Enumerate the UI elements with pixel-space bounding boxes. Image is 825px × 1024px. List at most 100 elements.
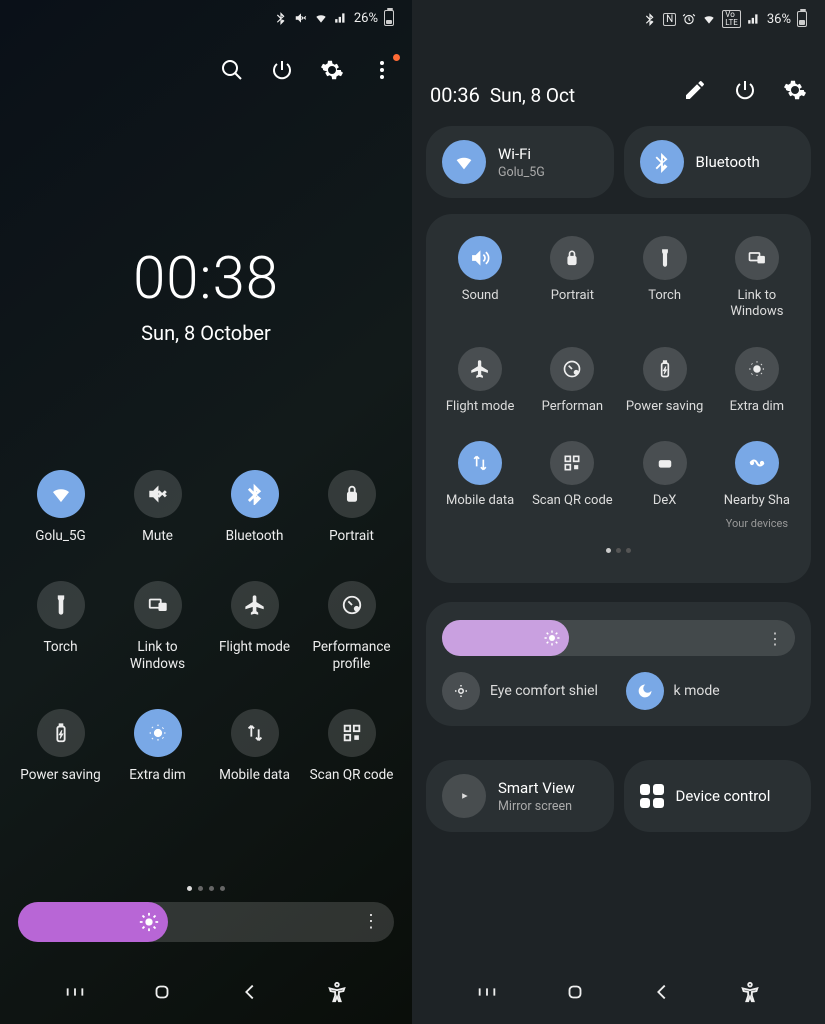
battery-icon[interactable]: [643, 347, 687, 391]
back-button[interactable]: [237, 979, 263, 1005]
bottom-tile-grid[interactable]: Device control: [624, 760, 812, 832]
qr-icon[interactable]: [550, 441, 594, 485]
torch-icon[interactable]: [643, 236, 687, 280]
nav-bar-left: [0, 970, 412, 1014]
qs-tile-label: Torch: [648, 288, 681, 304]
more-icon[interactable]: [370, 58, 394, 82]
battery-icon: [797, 11, 807, 27]
battery-icon[interactable]: [37, 709, 85, 757]
link-icon[interactable]: [134, 581, 182, 629]
qs-tile-airplane[interactable]: Flight mode: [434, 347, 526, 415]
qs-tile-dex[interactable]: DeXDeX: [619, 441, 711, 530]
bottom-tile-cast[interactable]: Smart ViewMirror screen: [426, 760, 614, 832]
qs-tile-qr[interactable]: Scan QR code: [526, 441, 618, 530]
home-button[interactable]: [149, 979, 175, 1005]
bluetooth-icon: [640, 140, 684, 184]
qs-toggle-row: Eye comfort shiel k mode: [442, 672, 795, 710]
page-indicator-right: [434, 548, 803, 553]
qs-tile-battery[interactable]: Power saving: [619, 347, 711, 415]
qs-tile-airplane[interactable]: Flight mode: [206, 581, 303, 673]
qs-tile-lock[interactable]: Portrait: [526, 236, 618, 321]
bluetooth-icon: [643, 12, 657, 26]
settings-icon[interactable]: [320, 58, 344, 82]
qs-connectivity-tiles: Wi-FiGolu_5G Bluetooth: [426, 126, 811, 198]
link-icon[interactable]: [735, 236, 779, 280]
brightness-slider-right[interactable]: ⋮: [442, 620, 795, 656]
qs-tile-link[interactable]: Link to Windows: [711, 236, 803, 321]
grid-icon: [640, 784, 664, 808]
recents-button[interactable]: [474, 979, 500, 1005]
qs-tile-label: Extra dim: [129, 767, 186, 784]
conn-tile-wifi[interactable]: Wi-FiGolu_5G: [426, 126, 614, 198]
edit-icon[interactable]: [683, 78, 707, 102]
qs-tile-label: Torch: [43, 639, 77, 656]
qs-tile-label: Performance profile: [304, 639, 400, 673]
qs-tile-label: Flight mode: [446, 399, 515, 415]
conn-tile-bluetooth[interactable]: Bluetooth: [624, 126, 812, 198]
mute-icon[interactable]: [134, 470, 182, 518]
qs-tile-nearby[interactable]: Nearby ShaYour devices: [711, 441, 803, 530]
dim-icon[interactable]: [134, 709, 182, 757]
power-icon[interactable]: [270, 58, 294, 82]
qs-tile-qr[interactable]: Scan QR code: [303, 709, 400, 784]
lock-icon[interactable]: [550, 236, 594, 280]
qs-tile-perf[interactable]: Performance profile: [303, 581, 400, 673]
power-icon[interactable]: [733, 78, 757, 102]
recents-button[interactable]: [62, 979, 88, 1005]
bluetooth-icon[interactable]: [231, 470, 279, 518]
data-icon[interactable]: [231, 709, 279, 757]
qs-grid-right: SoundPortrait Torch Link to Windows Flight …: [434, 236, 803, 530]
qs-tile-link[interactable]: Link to Windows: [109, 581, 206, 673]
wifi-icon[interactable]: [37, 470, 85, 518]
brightness-more-icon[interactable]: ⋮: [362, 913, 380, 931]
search-icon[interactable]: [220, 58, 244, 82]
wifi-icon: [442, 140, 486, 184]
qs-tile-battery[interactable]: Power saving: [12, 709, 109, 784]
conn-tile-title: Bluetooth: [696, 153, 760, 171]
svg-text:DeX: DeX: [660, 461, 669, 467]
qs-tile-dim[interactable]: Extra dim: [109, 709, 206, 784]
sound-icon[interactable]: [458, 236, 502, 280]
qs-tile-bluetooth[interactable]: Bluetooth: [206, 470, 303, 545]
home-button[interactable]: [562, 979, 588, 1005]
data-icon[interactable]: [458, 441, 502, 485]
qs-tile-label: Extra dim: [730, 399, 784, 415]
accessibility-button[interactable]: [324, 979, 350, 1005]
qs-bottom-tiles: Smart ViewMirror screenDevice control: [426, 760, 811, 832]
dim-icon[interactable]: [735, 347, 779, 391]
settings-icon[interactable]: [783, 78, 807, 102]
qs-tile-torch[interactable]: Torch: [619, 236, 711, 321]
back-button[interactable]: [649, 979, 675, 1005]
dex-icon[interactable]: DeX: [643, 441, 687, 485]
brightness-more-icon[interactable]: ⋮: [767, 629, 783, 648]
brightness-slider-left[interactable]: ⋮: [18, 902, 394, 942]
qs-tile-label: Power saving: [626, 399, 703, 415]
clock-time: 00:38: [0, 245, 412, 313]
qs-tile-perf[interactable]: Performan: [526, 347, 618, 415]
qs-tile-dim[interactable]: Extra dim: [711, 347, 803, 415]
qs-tile-label: Scan QR code: [310, 767, 394, 784]
qs-tile-data[interactable]: Mobile data: [206, 709, 303, 784]
torch-icon[interactable]: [37, 581, 85, 629]
perf-icon[interactable]: [328, 581, 376, 629]
toggle-eye[interactable]: Eye comfort shiel: [442, 672, 612, 710]
qr-icon[interactable]: [328, 709, 376, 757]
toggle-moon[interactable]: k mode: [626, 672, 796, 710]
accessibility-button[interactable]: [737, 979, 763, 1005]
perf-icon[interactable]: [550, 347, 594, 391]
qs-tile-sound[interactable]: Sound: [434, 236, 526, 321]
qs-tile-torch[interactable]: Torch: [12, 581, 109, 673]
qs-tile-lock[interactable]: Portrait: [303, 470, 400, 545]
qs-tile-wifi[interactable]: Golu_5G: [12, 470, 109, 545]
lock-icon[interactable]: [328, 470, 376, 518]
airplane-icon[interactable]: [231, 581, 279, 629]
volte-icon: VoLTE: [722, 10, 741, 28]
qs-tile-label: Golu_5G: [35, 528, 86, 545]
header-date: Sun, 8 Oct: [490, 84, 575, 107]
qs-tile-label: Mobile data: [446, 493, 514, 509]
brightness-card-right: ⋮ Eye comfort shiel k mode: [426, 602, 811, 726]
qs-tile-data[interactable]: Mobile data: [434, 441, 526, 530]
qs-tile-mute[interactable]: Mute: [109, 470, 206, 545]
airplane-icon[interactable]: [458, 347, 502, 391]
nearby-icon[interactable]: [735, 441, 779, 485]
